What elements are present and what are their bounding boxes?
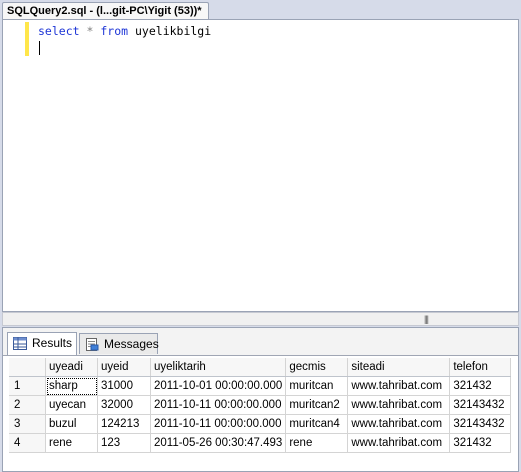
results-grid[interactable]: uyeadi uyeid uyeliktarih gecmis siteadi … (9, 358, 512, 453)
horizontal-scrollbar[interactable]: ||| (2, 312, 519, 326)
grid-cell[interactable]: uyecan (45, 395, 98, 415)
row-number[interactable]: 1 (9, 376, 46, 396)
tab-messages-label: Messages (104, 337, 159, 351)
grid-cell[interactable]: www.tahribat.com (347, 376, 451, 396)
grid-cell[interactable]: 2011-10-11 00:00:00.000 (150, 395, 287, 415)
row-number[interactable]: 4 (9, 433, 46, 453)
grid-cell[interactable]: 321432 (449, 433, 512, 453)
tab-results-label: Results (32, 336, 73, 350)
column-header-siteadi[interactable]: siteadi (347, 358, 451, 377)
keyword-select: select (38, 24, 80, 38)
grid-cell[interactable]: buzul (45, 414, 98, 434)
text-caret (39, 41, 40, 55)
tab-results[interactable]: Results (7, 332, 77, 355)
document-tabstrip: SQLQuery2.sql - (l...git-PC\Yigit (53))* (0, 0, 521, 20)
grid-cell[interactable]: 2011-05-26 00:30:47.493 (150, 433, 287, 453)
results-pane: Results Messages uyeadi uyeid uyeliktari… (2, 327, 519, 472)
column-header-gecmis[interactable]: gecmis (285, 358, 349, 377)
grid-cell[interactable]: 321432 (449, 376, 512, 396)
tab-messages[interactable]: Messages (79, 333, 159, 354)
grid-cell[interactable]: muritcan4 (285, 414, 349, 434)
grid-cell[interactable]: 32143432 (449, 395, 512, 415)
grid-cell[interactable]: 32143432 (449, 414, 512, 434)
column-header-uyeliktarih[interactable]: uyeliktarih (150, 358, 287, 377)
table-row[interactable]: 3 buzul 124213 2011-10-11 00:00:00.000 m… (9, 414, 512, 434)
grid-cell[interactable]: rene (45, 433, 98, 453)
grid-cell[interactable]: 124213 (97, 414, 151, 434)
grid-cell[interactable]: rene (285, 433, 349, 453)
scrollbar-grip-icon[interactable]: ||| (424, 314, 429, 324)
table-row[interactable]: 2 uyecan 32000 2011-10-11 00:00:00.000 m… (9, 395, 512, 415)
grid-cell[interactable]: sharp (45, 376, 98, 396)
change-tracking-bar (25, 22, 29, 56)
grid-cell[interactable]: www.tahribat.com (347, 414, 451, 434)
query-text[interactable]: select * from uyelikbilgi (38, 23, 211, 39)
row-number[interactable]: 3 (9, 414, 46, 434)
column-header-uyeadi[interactable]: uyeadi (45, 358, 98, 377)
grid-cell[interactable]: 32000 (97, 395, 151, 415)
grid-cell[interactable]: muritcan2 (285, 395, 349, 415)
table-row[interactable]: 4 rene 123 2011-05-26 00:30:47.493 rene … (9, 433, 512, 453)
grid-header-row: uyeadi uyeid uyeliktarih gecmis siteadi … (9, 358, 512, 377)
grid-cell[interactable]: www.tahribat.com (347, 433, 451, 453)
column-header-telefon[interactable]: telefon (449, 358, 512, 377)
grid-cell[interactable]: muritcan (285, 376, 349, 396)
operator-star: * (86, 24, 94, 38)
keyword-from: from (100, 24, 129, 38)
tab-sqlquery2[interactable]: SQLQuery2.sql - (l...git-PC\Yigit (53))* (2, 2, 209, 20)
table-row[interactable]: 1 sharp 31000 2011-10-01 00:00:00.000 mu… (9, 376, 512, 396)
messages-icon (86, 338, 99, 351)
editor-gutter (3, 20, 27, 311)
grid-icon (13, 337, 27, 350)
column-header-uyeid[interactable]: uyeid (97, 358, 151, 377)
grid-cell[interactable]: 31000 (97, 376, 151, 396)
row-number-header[interactable] (9, 358, 46, 377)
query-editor[interactable]: select * from uyelikbilgi (2, 19, 519, 312)
table-name: uyelikbilgi (135, 24, 212, 38)
grid-cell[interactable]: 2011-10-11 00:00:00.000 (150, 414, 287, 434)
grid-cell[interactable]: www.tahribat.com (347, 395, 451, 415)
grid-cell[interactable]: 2011-10-01 00:00:00.000 (150, 376, 287, 396)
row-number[interactable]: 2 (9, 395, 46, 415)
results-tabstrip: Results Messages (3, 328, 518, 356)
grid-cell[interactable]: 123 (97, 433, 151, 453)
